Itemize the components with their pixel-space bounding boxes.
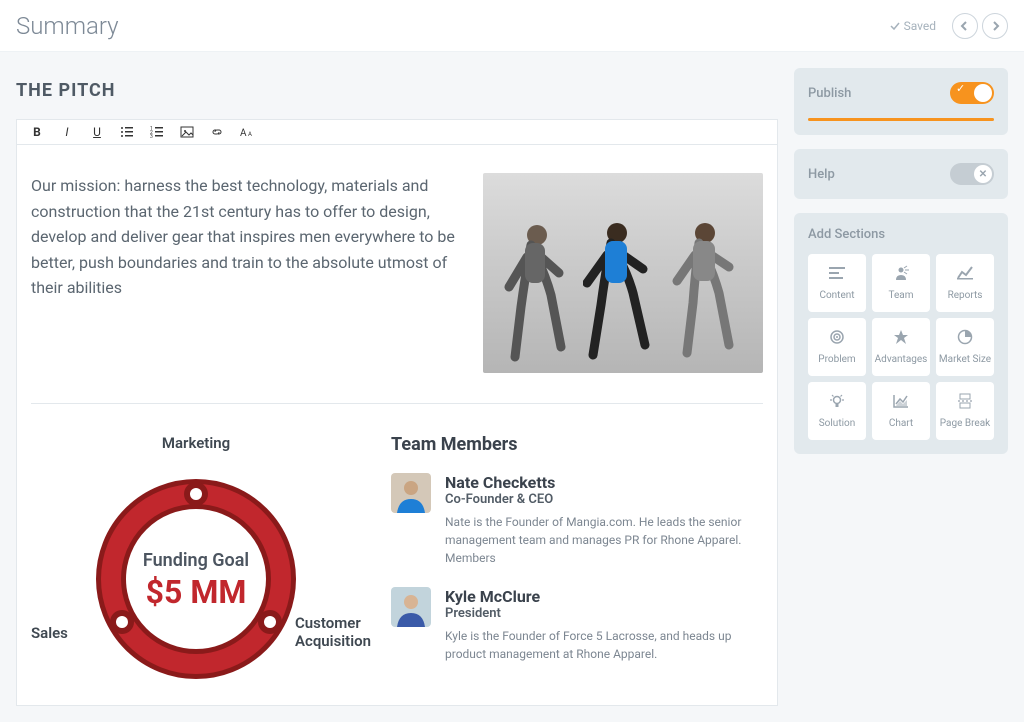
tile-page-break[interactable]: Page Break bbox=[936, 382, 994, 440]
member-name: Nate Checketts bbox=[445, 473, 763, 492]
section-heading: THE PITCH bbox=[16, 80, 778, 101]
editor-content[interactable]: Our mission: harness the best technology… bbox=[17, 145, 777, 706]
solution-icon bbox=[828, 393, 846, 413]
chevron-left-icon bbox=[960, 21, 970, 31]
help-panel: Help ✕ bbox=[794, 149, 1008, 199]
chart-icon bbox=[892, 393, 910, 413]
funding-goal-label: Funding Goal bbox=[143, 550, 249, 571]
tile-problem[interactable]: Problem bbox=[808, 318, 866, 376]
svg-text:A: A bbox=[240, 128, 247, 139]
funding-chart: Marketing Sales Customer Acquisition bbox=[31, 434, 361, 704]
help-label: Help bbox=[808, 167, 835, 182]
problem-icon bbox=[828, 329, 846, 349]
team-icon bbox=[892, 265, 910, 285]
hero-image bbox=[483, 173, 763, 373]
editor-toolbar: B I U 123 AA bbox=[17, 120, 777, 145]
check-icon: ✓ bbox=[956, 82, 965, 95]
market-size-icon bbox=[956, 329, 974, 349]
member-role: Co-Founder & CEO bbox=[445, 492, 763, 507]
svg-text:3: 3 bbox=[150, 134, 153, 139]
underline-button[interactable]: U bbox=[85, 120, 109, 144]
numbered-list-button[interactable]: 123 bbox=[145, 120, 169, 144]
bullet-list-button[interactable] bbox=[115, 120, 139, 144]
member-name: Kyle McClure bbox=[445, 587, 763, 606]
saved-indicator: Saved bbox=[890, 19, 936, 33]
tile-chart[interactable]: Chart bbox=[872, 382, 930, 440]
member-bio: Nate is the Founder of Mangia.com. He le… bbox=[445, 513, 763, 567]
editor: B I U 123 AA Our mission: harness the be… bbox=[16, 119, 778, 706]
publish-toggle[interactable]: ✓ bbox=[950, 82, 994, 104]
divider bbox=[31, 403, 763, 404]
help-toggle[interactable]: ✕ bbox=[950, 163, 994, 185]
publish-panel: Publish ✓ bbox=[794, 68, 1008, 135]
content-icon bbox=[828, 265, 846, 285]
image-button[interactable] bbox=[175, 120, 199, 144]
chevron-right-icon bbox=[990, 21, 1000, 31]
tile-content[interactable]: Content bbox=[808, 254, 866, 312]
page-title: Summary bbox=[16, 12, 890, 40]
font-size-button[interactable]: AA bbox=[235, 120, 259, 144]
prev-button[interactable] bbox=[952, 13, 978, 39]
tile-team[interactable]: Team bbox=[872, 254, 930, 312]
member-bio: Kyle is the Founder of Force 5 Lacrosse,… bbox=[445, 627, 763, 663]
avatar bbox=[391, 473, 431, 513]
header: Summary Saved bbox=[0, 0, 1024, 52]
node-sales: Sales bbox=[31, 624, 68, 642]
x-icon: ✕ bbox=[979, 169, 987, 180]
tile-market-size[interactable]: Market Size bbox=[936, 318, 994, 376]
team-title: Team Members bbox=[391, 434, 763, 455]
member-role: President bbox=[445, 606, 763, 621]
page-break-icon bbox=[956, 393, 974, 413]
reports-icon bbox=[956, 265, 974, 285]
publish-progress bbox=[808, 118, 994, 121]
svg-text:A: A bbox=[248, 131, 252, 138]
advantages-icon bbox=[892, 329, 910, 349]
link-button[interactable] bbox=[205, 120, 229, 144]
team-section: Team Members Nate Checketts Co-Founder &… bbox=[391, 434, 763, 704]
publish-label: Publish bbox=[808, 86, 851, 101]
team-member: Kyle McClure President Kyle is the Found… bbox=[391, 587, 763, 663]
node-customer-acquisition: Customer Acquisition bbox=[295, 614, 371, 650]
add-sections-label: Add Sections bbox=[808, 227, 994, 242]
bold-button[interactable]: B bbox=[25, 120, 49, 144]
tile-solution[interactable]: Solution bbox=[808, 382, 866, 440]
mission-text: Our mission: harness the best technology… bbox=[31, 173, 463, 373]
tile-reports[interactable]: Reports bbox=[936, 254, 994, 312]
team-member: Nate Checketts Co-Founder & CEO Nate is … bbox=[391, 473, 763, 567]
add-sections-panel: Add Sections Content Team Reports Proble… bbox=[794, 213, 1008, 454]
avatar bbox=[391, 587, 431, 627]
tile-advantages[interactable]: Advantages bbox=[872, 318, 930, 376]
node-marketing: Marketing bbox=[162, 434, 230, 452]
funding-goal-amount: $5 MM bbox=[143, 573, 249, 611]
sidebar: Publish ✓ Help ✕ Add Sections Co bbox=[794, 68, 1008, 706]
check-icon bbox=[890, 21, 900, 31]
next-button[interactable] bbox=[982, 13, 1008, 39]
italic-button[interactable]: I bbox=[55, 120, 79, 144]
